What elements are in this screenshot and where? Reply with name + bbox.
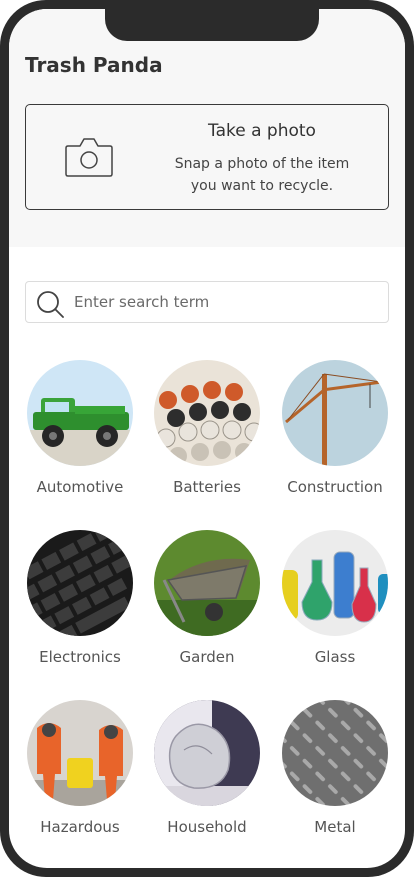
device-notch <box>105 9 319 41</box>
category-label: Metal <box>314 818 356 836</box>
garden-image <box>154 530 260 636</box>
take-photo-title: Take a photo <box>208 121 316 141</box>
category-batteries[interactable]: Batteries <box>142 360 272 496</box>
metal-image <box>282 700 388 806</box>
category-label: Automotive <box>36 478 124 496</box>
take-photo-desc-line-2: you want to recycle. <box>190 178 334 194</box>
category-hazardous[interactable]: Hazardous <box>15 700 145 836</box>
glass-image <box>282 530 388 636</box>
category-label: Hazardous <box>40 818 120 836</box>
app-title: Trash Panda <box>25 53 163 77</box>
take-photo-card[interactable]: Take a photo Snap a photo of the item yo… <box>25 104 389 210</box>
take-photo-desc-line-1: Snap a photo of the item <box>174 156 350 172</box>
phone-frame: Trash Panda Take a photo Snap a photo of… <box>0 0 414 877</box>
category-label: Glass <box>314 648 356 666</box>
category-metal[interactable]: Metal <box>270 700 400 836</box>
category-label: Batteries <box>173 478 241 496</box>
search-icon <box>37 291 64 318</box>
search-input[interactable] <box>74 282 374 322</box>
category-label: Household <box>167 818 247 836</box>
category-label: Construction <box>287 478 383 496</box>
category-construction[interactable]: Construction <box>270 360 400 496</box>
batteries-image <box>154 360 260 466</box>
category-automotive[interactable]: Automotive <box>15 360 145 496</box>
hazardous-image <box>27 700 133 806</box>
header-area: Trash Panda Take a photo Snap a photo of… <box>9 9 405 247</box>
category-glass[interactable]: Glass <box>270 530 400 666</box>
camera-icon <box>65 138 113 177</box>
category-electronics[interactable]: Electronics <box>15 530 145 666</box>
take-photo-description: Snap a photo of the item you want to rec… <box>136 153 388 197</box>
search-box <box>25 281 389 323</box>
category-label: Garden <box>179 648 235 666</box>
category-garden[interactable]: Garden <box>142 530 272 666</box>
household-image <box>154 700 260 806</box>
category-household[interactable]: Household <box>142 700 272 836</box>
construction-image <box>282 360 388 466</box>
app-screen: Trash Panda Take a photo Snap a photo of… <box>9 9 405 868</box>
category-label: Electronics <box>39 648 121 666</box>
electronics-image <box>27 530 133 636</box>
automotive-image <box>27 360 133 466</box>
